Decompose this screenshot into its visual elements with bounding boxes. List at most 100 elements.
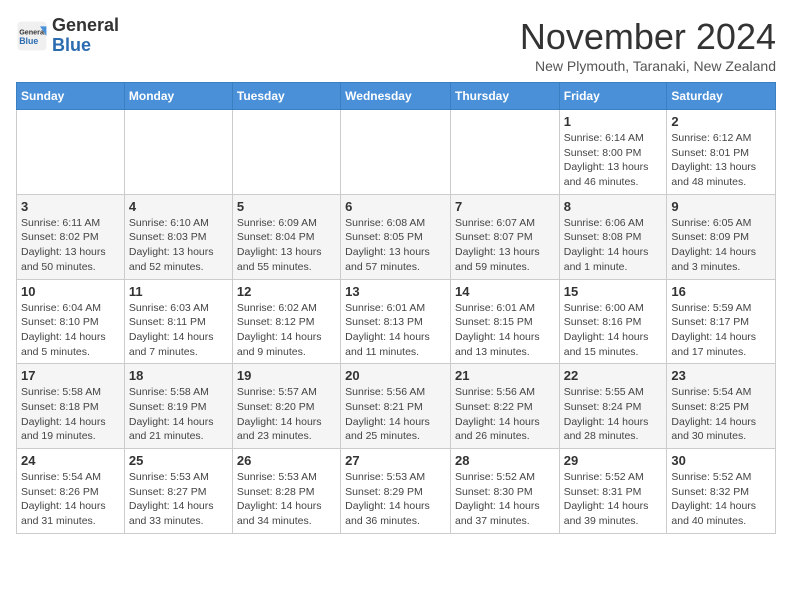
day-info: Sunrise: 5:54 AM Sunset: 8:26 PM Dayligh… [21, 470, 120, 529]
calendar-week-1: 3 Sunrise: 6:11 AM Sunset: 8:02 PM Daylig… [17, 194, 776, 279]
header-friday: Friday [559, 83, 667, 110]
day-info: Sunrise: 6:12 AM Sunset: 8:01 PM Dayligh… [671, 131, 771, 190]
calendar-cell: 12Sunrise: 6:02 AM Sunset: 8:12 PM Dayli… [232, 279, 340, 364]
day-info: Sunrise: 5:55 AM Sunset: 8:24 PM Dayligh… [564, 385, 663, 444]
day-number: 10 [21, 284, 120, 299]
day-info: Sunrise: 6:10 AM Sunset: 8:03 PM Dayligh… [129, 216, 228, 275]
day-info: Sunrise: 5:56 AM Sunset: 8:21 PM Dayligh… [345, 385, 446, 444]
day-info: Sunrise: 5:59 AM Sunset: 8:17 PM Dayligh… [671, 301, 771, 360]
calendar-cell [232, 110, 340, 195]
day-info: Sunrise: 5:53 AM Sunset: 8:28 PM Dayligh… [237, 470, 336, 529]
logo-wordmark: General Blue [52, 16, 119, 56]
day-number: 28 [455, 453, 555, 468]
day-number: 3 [21, 199, 120, 214]
location: New Plymouth, Taranaki, New Zealand [520, 58, 776, 74]
day-number: 7 [455, 199, 555, 214]
day-number: 20 [345, 368, 446, 383]
day-info: Sunrise: 6:01 AM Sunset: 8:13 PM Dayligh… [345, 301, 446, 360]
day-number: 23 [671, 368, 771, 383]
logo: General Blue General Blue [16, 16, 119, 56]
calendar-cell: 6 Sunrise: 6:08 AM Sunset: 8:05 PM Daylig… [341, 194, 451, 279]
logo-icon: General Blue [16, 20, 48, 52]
calendar-cell: 2 Sunrise: 6:12 AM Sunset: 8:01 PM Daylig… [667, 110, 776, 195]
calendar-cell: 14 Sunrise: 6:01 AM Sunset: 8:15 PM Dayli… [450, 279, 559, 364]
day-info: Sunrise: 6:01 AM Sunset: 8:15 PM Dayligh… [455, 301, 555, 360]
calendar-cell: 20 Sunrise: 5:56 AM Sunset: 8:21 PM Dayli… [341, 364, 451, 449]
calendar-cell: 23 Sunrise: 5:54 AM Sunset: 8:25 PM Dayli… [667, 364, 776, 449]
calendar-week-2: 10Sunrise: 6:04 AM Sunset: 8:10 PM Dayli… [17, 279, 776, 364]
day-number: 18 [129, 368, 228, 383]
day-number: 15 [564, 284, 663, 299]
calendar-cell: 13 Sunrise: 6:01 AM Sunset: 8:13 PM Dayli… [341, 279, 451, 364]
day-info: Sunrise: 6:00 AM Sunset: 8:16 PM Dayligh… [564, 301, 663, 360]
calendar-cell [450, 110, 559, 195]
day-info: Sunrise: 5:56 AM Sunset: 8:22 PM Dayligh… [455, 385, 555, 444]
day-number: 30 [671, 453, 771, 468]
day-number: 6 [345, 199, 446, 214]
day-number: 17 [21, 368, 120, 383]
day-number: 5 [237, 199, 336, 214]
svg-text:Blue: Blue [19, 36, 38, 46]
header-saturday: Saturday [667, 83, 776, 110]
calendar-week-0: 1 Sunrise: 6:14 AM Sunset: 8:00 PM Daylig… [17, 110, 776, 195]
day-info: Sunrise: 6:06 AM Sunset: 8:08 PM Dayligh… [564, 216, 663, 275]
calendar-table: SundayMondayTuesdayWednesdayThursdayFrid… [16, 82, 776, 534]
header-thursday: Thursday [450, 83, 559, 110]
day-number: 19 [237, 368, 336, 383]
calendar-cell: 4 Sunrise: 6:10 AM Sunset: 8:03 PM Daylig… [124, 194, 232, 279]
header-monday: Monday [124, 83, 232, 110]
day-number: 11 [129, 284, 228, 299]
day-number: 13 [345, 284, 446, 299]
calendar-cell: 8 Sunrise: 6:06 AM Sunset: 8:08 PM Daylig… [559, 194, 667, 279]
day-number: 9 [671, 199, 771, 214]
day-number: 1 [564, 114, 663, 129]
calendar-cell: 9 Sunrise: 6:05 AM Sunset: 8:09 PM Daylig… [667, 194, 776, 279]
calendar-cell: 10Sunrise: 6:04 AM Sunset: 8:10 PM Dayli… [17, 279, 125, 364]
day-info: Sunrise: 6:09 AM Sunset: 8:04 PM Dayligh… [237, 216, 336, 275]
day-info: Sunrise: 5:52 AM Sunset: 8:30 PM Dayligh… [455, 470, 555, 529]
month-title: November 2024 [520, 16, 776, 58]
day-info: Sunrise: 5:52 AM Sunset: 8:32 PM Dayligh… [671, 470, 771, 529]
day-number: 21 [455, 368, 555, 383]
day-info: Sunrise: 6:08 AM Sunset: 8:05 PM Dayligh… [345, 216, 446, 275]
calendar-cell: 30 Sunrise: 5:52 AM Sunset: 8:32 PM Dayli… [667, 449, 776, 534]
calendar-cell: 24 Sunrise: 5:54 AM Sunset: 8:26 PM Dayli… [17, 449, 125, 534]
day-info: Sunrise: 6:07 AM Sunset: 8:07 PM Dayligh… [455, 216, 555, 275]
calendar-cell [17, 110, 125, 195]
calendar-cell: 1 Sunrise: 6:14 AM Sunset: 8:00 PM Daylig… [559, 110, 667, 195]
day-number: 8 [564, 199, 663, 214]
calendar-cell: 15 Sunrise: 6:00 AM Sunset: 8:16 PM Dayli… [559, 279, 667, 364]
calendar-cell: 29Sunrise: 5:52 AM Sunset: 8:31 PM Dayli… [559, 449, 667, 534]
calendar-cell: 22Sunrise: 5:55 AM Sunset: 8:24 PM Dayli… [559, 364, 667, 449]
day-number: 2 [671, 114, 771, 129]
calendar-cell [124, 110, 232, 195]
day-info: Sunrise: 6:11 AM Sunset: 8:02 PM Dayligh… [21, 216, 120, 275]
day-number: 16 [671, 284, 771, 299]
day-info: Sunrise: 5:58 AM Sunset: 8:19 PM Dayligh… [129, 385, 228, 444]
day-number: 24 [21, 453, 120, 468]
calendar-cell: 25Sunrise: 5:53 AM Sunset: 8:27 PM Dayli… [124, 449, 232, 534]
day-info: Sunrise: 6:03 AM Sunset: 8:11 PM Dayligh… [129, 301, 228, 360]
day-info: Sunrise: 6:02 AM Sunset: 8:12 PM Dayligh… [237, 301, 336, 360]
calendar-header-row: SundayMondayTuesdayWednesdayThursdayFrid… [17, 83, 776, 110]
day-number: 4 [129, 199, 228, 214]
calendar-cell: 7 Sunrise: 6:07 AM Sunset: 8:07 PM Daylig… [450, 194, 559, 279]
day-info: Sunrise: 5:53 AM Sunset: 8:29 PM Dayligh… [345, 470, 446, 529]
title-block: November 2024 New Plymouth, Taranaki, Ne… [520, 16, 776, 74]
calendar-week-3: 17 Sunrise: 5:58 AM Sunset: 8:18 PM Dayli… [17, 364, 776, 449]
calendar-cell: 11 Sunrise: 6:03 AM Sunset: 8:11 PM Dayli… [124, 279, 232, 364]
day-number: 14 [455, 284, 555, 299]
day-info: Sunrise: 6:05 AM Sunset: 8:09 PM Dayligh… [671, 216, 771, 275]
page-header: General Blue General Blue November 2024 … [16, 16, 776, 74]
calendar-cell: 3 Sunrise: 6:11 AM Sunset: 8:02 PM Daylig… [17, 194, 125, 279]
day-info: Sunrise: 5:57 AM Sunset: 8:20 PM Dayligh… [237, 385, 336, 444]
day-number: 26 [237, 453, 336, 468]
calendar-cell: 26 Sunrise: 5:53 AM Sunset: 8:28 PM Dayli… [232, 449, 340, 534]
day-info: Sunrise: 5:53 AM Sunset: 8:27 PM Dayligh… [129, 470, 228, 529]
day-number: 29 [564, 453, 663, 468]
header-wednesday: Wednesday [341, 83, 451, 110]
day-info: Sunrise: 6:14 AM Sunset: 8:00 PM Dayligh… [564, 131, 663, 190]
calendar-cell [341, 110, 451, 195]
day-info: Sunrise: 5:58 AM Sunset: 8:18 PM Dayligh… [21, 385, 120, 444]
day-info: Sunrise: 5:54 AM Sunset: 8:25 PM Dayligh… [671, 385, 771, 444]
